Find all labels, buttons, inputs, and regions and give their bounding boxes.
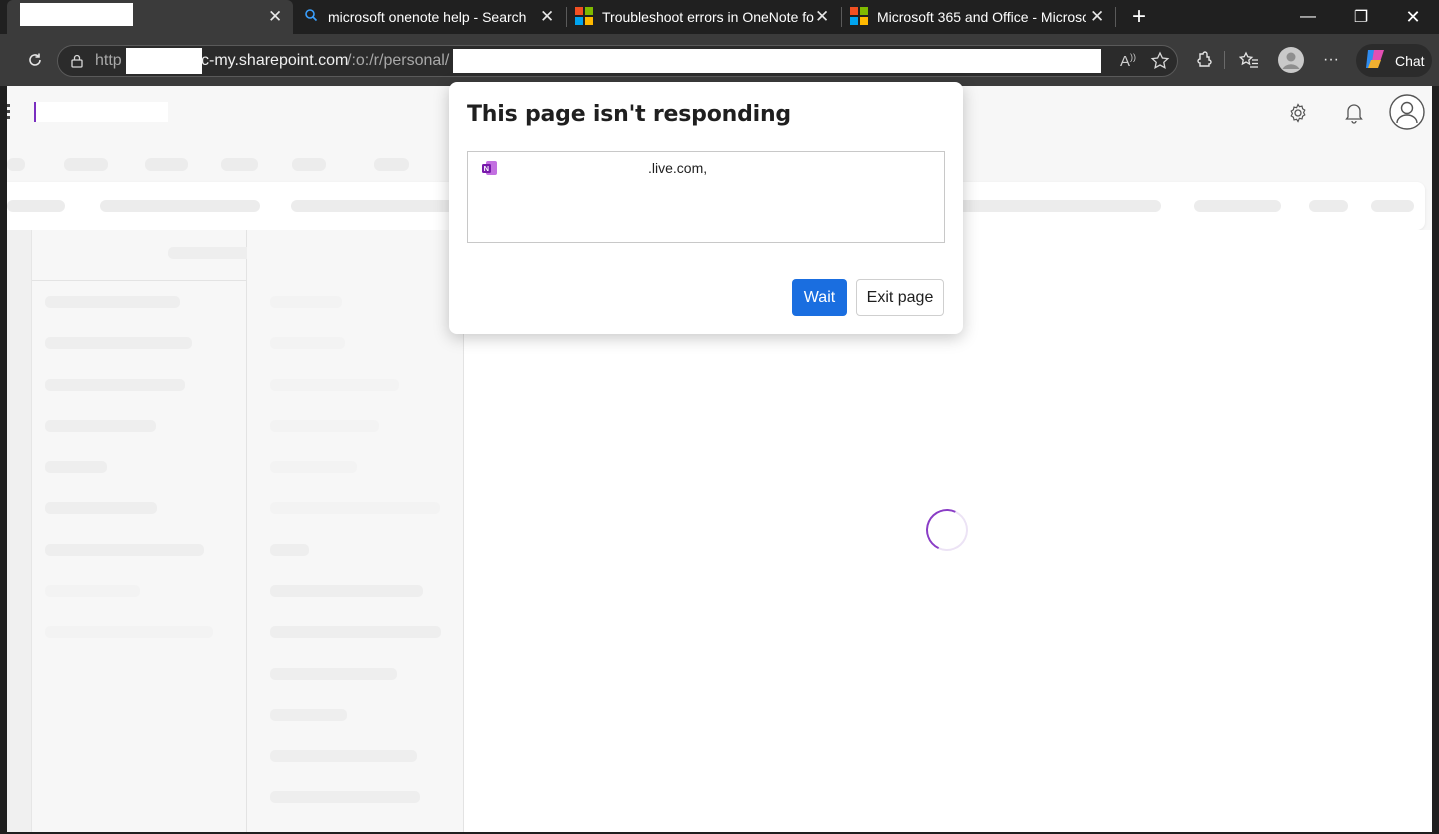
loading-placeholder xyxy=(1309,200,1348,212)
loading-placeholder xyxy=(270,420,379,432)
wait-button[interactable]: Wait xyxy=(792,279,847,316)
lock-icon[interactable] xyxy=(69,53,85,74)
exit-page-button[interactable]: Exit page xyxy=(856,279,944,316)
microsoft-logo-icon xyxy=(850,7,868,28)
tab-divider xyxy=(566,7,567,27)
loading-placeholder xyxy=(270,296,342,308)
settings-gear-icon[interactable] xyxy=(1287,102,1309,129)
toolbar-divider xyxy=(1224,51,1225,69)
loading-placeholder xyxy=(45,296,180,308)
unresponsive-pages-list: N .live.com, xyxy=(467,151,945,243)
app-logo xyxy=(34,102,168,122)
page-unresponsive-dialog: This page isn't responding N .live.com, … xyxy=(449,82,963,334)
tab-strip: ✕ microsoft onenote help - Search ✕ Trou… xyxy=(0,0,1439,34)
tab-search[interactable]: microsoft onenote help - Search ✕ xyxy=(296,0,564,34)
extensions-icon[interactable] xyxy=(1190,34,1216,86)
pages-pane xyxy=(247,230,464,832)
loading-placeholder xyxy=(45,337,192,349)
loading-placeholder xyxy=(7,158,25,171)
read-aloud-icon[interactable]: A)) xyxy=(1120,52,1136,70)
loading-placeholder xyxy=(45,502,157,514)
tab-troubleshoot[interactable]: Troubleshoot errors in OneNote fo ✕ xyxy=(570,0,838,34)
notifications-bell-icon[interactable] xyxy=(1344,102,1364,129)
loading-placeholder xyxy=(270,379,399,391)
loading-placeholder xyxy=(45,461,107,473)
loading-placeholder xyxy=(292,158,326,171)
tab-divider xyxy=(1115,7,1116,27)
tab-active[interactable]: ✕ xyxy=(7,0,293,34)
url-path: /:o:/r/personal/ xyxy=(347,52,450,69)
tab-close-icon[interactable]: ✕ xyxy=(540,7,554,27)
loading-placeholder xyxy=(45,379,185,391)
loading-placeholder xyxy=(270,337,345,349)
address-bar[interactable]: http c-my.sharepoint.com /:o:/r/personal… xyxy=(57,45,1178,77)
new-tab-button[interactable]: + xyxy=(1125,0,1153,34)
unresponsive-page-url: .live.com, xyxy=(648,160,708,176)
loading-placeholder xyxy=(270,585,423,597)
close-window-button[interactable]: ✕ xyxy=(1390,0,1436,34)
loading-placeholder xyxy=(270,750,417,762)
sections-pane xyxy=(32,230,464,832)
redacted-url-part xyxy=(453,49,1101,73)
favorite-star-icon[interactable] xyxy=(1150,51,1170,76)
favorites-icon[interactable] xyxy=(1236,34,1262,86)
copilot-icon xyxy=(1362,46,1388,75)
app-launcher-icon[interactable] xyxy=(7,104,11,119)
chat-label: Chat xyxy=(1395,52,1425,69)
loading-placeholder xyxy=(270,709,347,721)
tab-close-icon[interactable]: ✕ xyxy=(815,7,829,27)
loading-placeholder xyxy=(145,158,188,171)
loading-placeholder xyxy=(374,158,409,171)
restore-button[interactable]: ❐ xyxy=(1338,0,1384,34)
loading-placeholder xyxy=(270,461,357,473)
tab-title: microsoft onenote help - Search xyxy=(328,9,527,25)
url-domain: c-my.sharepoint.com xyxy=(201,52,349,69)
tab-close-icon[interactable]: ✕ xyxy=(1090,7,1104,27)
tab-divider xyxy=(841,7,842,27)
tab-microsoft-365[interactable]: Microsoft 365 and Office - Microsc ✕ xyxy=(845,0,1113,34)
loading-placeholder xyxy=(270,791,420,803)
loading-placeholder xyxy=(270,544,309,556)
loading-placeholder xyxy=(291,200,461,212)
loading-placeholder xyxy=(270,668,397,680)
search-icon xyxy=(304,8,318,25)
more-options-icon[interactable]: ··· xyxy=(1318,34,1344,86)
loading-placeholder xyxy=(45,626,213,638)
onenote-icon: N xyxy=(482,160,498,181)
url-prefix: http xyxy=(95,52,122,69)
account-avatar-icon[interactable] xyxy=(1389,94,1425,135)
microsoft-logo-icon xyxy=(575,7,593,28)
redacted-tab-title xyxy=(20,3,133,26)
loading-placeholder xyxy=(957,200,1161,212)
loading-placeholder xyxy=(45,585,140,597)
loading-placeholder xyxy=(270,626,441,638)
left-rail xyxy=(7,230,32,832)
tab-title: Troubleshoot errors in OneNote fo xyxy=(602,9,814,25)
loading-placeholder xyxy=(45,544,204,556)
svg-text:N: N xyxy=(484,164,489,173)
profile-avatar-icon[interactable] xyxy=(1277,34,1305,86)
loading-placeholder xyxy=(7,200,65,212)
loading-placeholder xyxy=(45,420,156,432)
tab-title: Microsoft 365 and Office - Microsc xyxy=(877,9,1086,25)
copilot-chat-button[interactable]: Chat xyxy=(1356,44,1432,77)
loading-placeholder xyxy=(64,158,108,171)
loading-placeholder xyxy=(1371,200,1414,212)
loading-placeholder xyxy=(270,502,440,514)
dialog-title: This page isn't responding xyxy=(467,102,791,127)
minimize-button[interactable]: — xyxy=(1285,0,1331,34)
loading-placeholder xyxy=(221,158,258,171)
loading-placeholder xyxy=(100,200,260,212)
refresh-icon[interactable] xyxy=(22,34,48,86)
tab-close-icon[interactable]: ✕ xyxy=(268,7,282,27)
loading-placeholder xyxy=(1194,200,1281,212)
browser-toolbar: http c-my.sharepoint.com /:o:/r/personal… xyxy=(0,34,1439,86)
redacted-url-part xyxy=(126,48,202,74)
